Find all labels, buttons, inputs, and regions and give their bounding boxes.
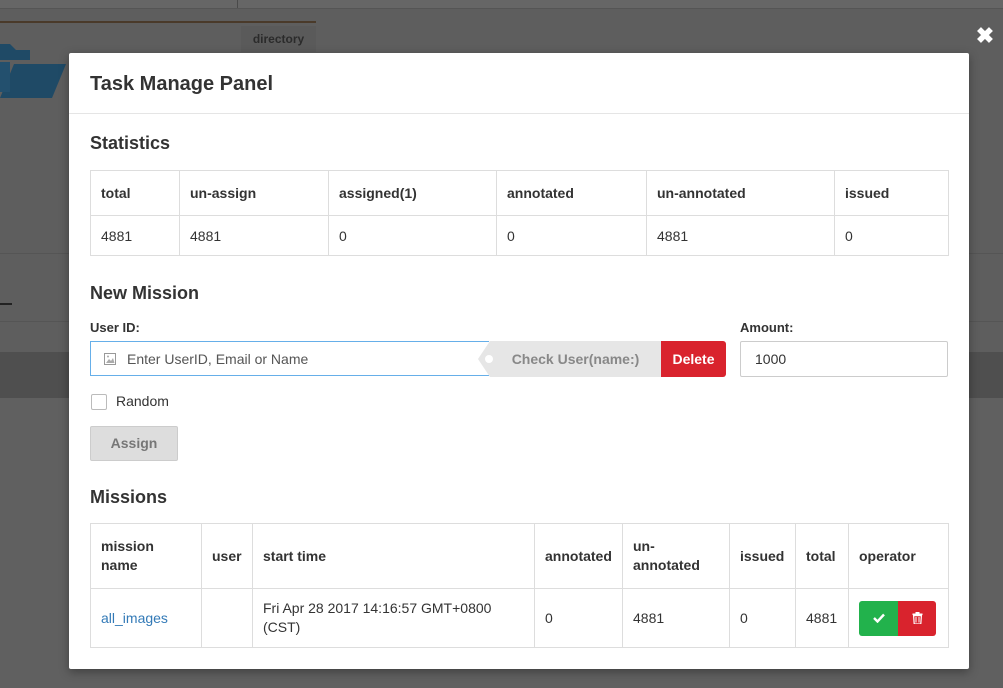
random-checkbox[interactable] (91, 394, 107, 410)
stat-header-assigned: assigned(1) (328, 170, 497, 216)
header-total: total (795, 523, 849, 589)
table-header-row: total un-assign assigned(1) annotated un… (90, 170, 949, 216)
missions-title: Missions (90, 487, 168, 507)
statistics-title: Statistics (90, 133, 171, 153)
modal-header: Task Manage Panel (69, 53, 969, 114)
mission-un-annotated: 4881 (622, 588, 730, 648)
amount-input[interactable] (755, 342, 935, 376)
modal-title: Task Manage Panel (90, 73, 274, 95)
stat-value-issued: 0 (834, 215, 949, 256)
assign-button[interactable]: Assign (90, 426, 178, 461)
stat-value-assigned: 0 (328, 215, 497, 256)
user-id-label: User ID: (90, 320, 140, 335)
stat-value-unassign: 4881 (179, 215, 329, 256)
task-manage-modal: Task Manage Panel Statistics total un-as… (69, 53, 969, 669)
statistics-table: total un-assign assigned(1) annotated un… (90, 170, 949, 256)
check-user-button[interactable]: Check User(name:) (478, 341, 661, 377)
broken-image-icon (104, 353, 116, 365)
check-user-dot (485, 355, 493, 363)
header-mission-name: mission name (90, 523, 202, 589)
mission-user (201, 588, 253, 648)
trash-icon (912, 612, 922, 624)
check-user-label: Check User(name:) (511, 351, 640, 367)
mission-total: 4881 (795, 588, 849, 648)
approve-mission-button[interactable] (859, 600, 898, 636)
header-un-annotated: un-annotated (622, 523, 730, 589)
stat-value-total: 4881 (90, 215, 180, 256)
new-mission-title: New Mission (90, 283, 200, 303)
missions-table: mission name user start time annotated u… (90, 523, 949, 648)
mission-name-link[interactable]: all_images (101, 610, 168, 626)
background-underline (0, 21, 316, 23)
delete-user-button[interactable]: Delete (661, 341, 726, 377)
stat-header-issued: issued (834, 170, 949, 216)
header-user: user (201, 523, 253, 589)
mission-annotated: 0 (534, 588, 623, 648)
stat-value-unannotated: 4881 (646, 215, 835, 256)
background-top-bar (0, 0, 1003, 9)
mission-operator-cell (848, 588, 949, 648)
stat-value-annotated: 0 (496, 215, 647, 256)
header-annotated: annotated (534, 523, 623, 589)
user-id-field[interactable] (90, 341, 489, 376)
stat-header-unassign: un-assign (179, 170, 329, 216)
operator-button-group (859, 600, 938, 636)
amount-label: Amount: (740, 320, 794, 335)
close-icon[interactable]: ✖ (975, 24, 995, 48)
delete-mission-button[interactable] (898, 600, 936, 636)
stat-header-annotated: annotated (496, 170, 647, 216)
table-header-row: mission name user start time annotated u… (90, 523, 949, 589)
amount-field[interactable] (740, 341, 948, 377)
random-label: Random (116, 393, 169, 409)
background-directory-tab: directory (241, 26, 316, 52)
header-start-time: start time (252, 523, 535, 589)
stat-header-total: total (90, 170, 180, 216)
mission-issued: 0 (729, 588, 796, 648)
header-operator: operator (848, 523, 949, 589)
folder-icon (0, 44, 66, 98)
background-dash (0, 303, 12, 305)
check-icon (872, 613, 885, 623)
mission-start-time: Fri Apr 28 2017 14:16:57 GMT+0800 (CST) (252, 588, 535, 648)
stat-header-unannotated: un-annotated (646, 170, 835, 216)
header-issued: issued (729, 523, 796, 589)
table-row: all_images Fri Apr 28 2017 14:16:57 GMT+… (90, 588, 949, 648)
background-divider (237, 0, 238, 8)
user-id-input[interactable] (127, 342, 487, 375)
table-row: 4881 4881 0 0 4881 0 (90, 215, 949, 256)
